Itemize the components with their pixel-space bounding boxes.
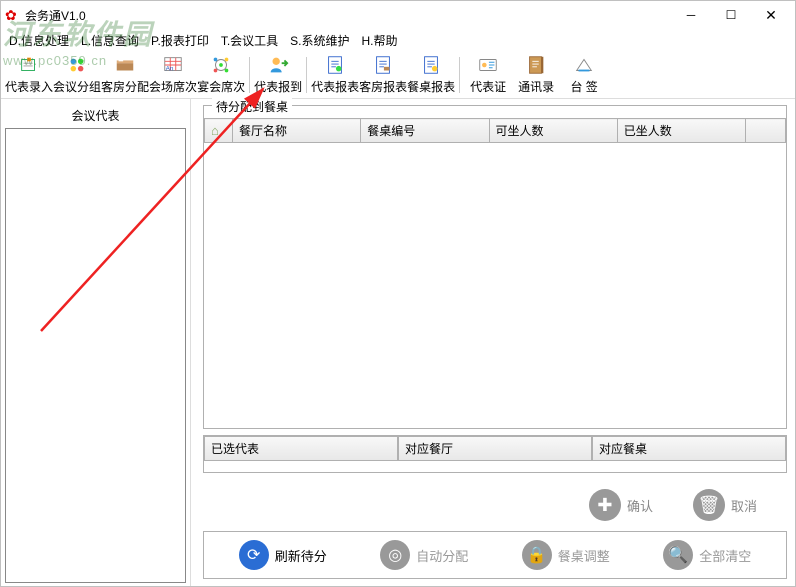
titlebar: ✿ 会务通V1.0 ─ ☐ ✕	[1, 1, 795, 29]
col-icon[interactable]: ⌂	[205, 119, 233, 143]
bottom-toolbar: ⟳ 刷新待分 ◎ 自动分配 🔒 餐桌调整 🔍 全部清空	[203, 531, 787, 579]
menu-help[interactable]: H.帮助	[362, 32, 398, 49]
close-button[interactable]: ✕	[751, 1, 791, 29]
tool-banquet-seat[interactable]: 宴会席次	[197, 53, 245, 97]
col-hall-name[interactable]: 餐厅名称	[233, 119, 361, 143]
tool-desk-sign[interactable]: 台 签	[560, 53, 608, 97]
menu-query[interactable]: L.信息查询	[81, 32, 139, 49]
selected-group: 已选代表 对应餐厅 对应餐桌	[203, 435, 787, 473]
tool-contacts[interactable]: 通讯录	[512, 53, 560, 97]
window-controls: ─ ☐ ✕	[671, 1, 791, 29]
auto-assign-button[interactable]: ◎ 自动分配	[380, 540, 468, 570]
menu-print[interactable]: P.报表打印	[151, 32, 209, 49]
col-table-no[interactable]: 餐桌编号	[361, 119, 489, 143]
window-title: 会务通V1.0	[25, 7, 671, 24]
menu-data[interactable]: D.信息处理	[9, 32, 69, 49]
pending-table-wrap[interactable]: ⌂ 餐厅名称 餐桌编号 可坐人数 已坐人数	[204, 118, 786, 428]
clear-all-button[interactable]: 🔍 全部清空	[663, 540, 751, 570]
target-icon: ◎	[380, 540, 410, 570]
tool-delegate-report[interactable]: 代表报表	[311, 53, 359, 97]
tool-delegate-checkin[interactable]: 代表报到	[254, 53, 302, 97]
minimize-button[interactable]: ─	[671, 1, 711, 29]
trash-circle-icon: 🗑	[693, 489, 725, 521]
search-icon: 🔍	[663, 540, 693, 570]
toolbar-separator	[306, 57, 307, 93]
left-panel: 会议代表	[1, 99, 191, 586]
tool-delegate-entry[interactable]: 代表录入	[5, 53, 53, 97]
plus-circle-icon: ✚	[589, 489, 621, 521]
right-panel: 待分配到餐桌 ⌂ 餐厅名称 餐桌编号 可坐人数 已坐人数 已选代表 对应餐厅	[191, 99, 795, 586]
maximize-button[interactable]: ☐	[711, 1, 751, 29]
menu-tools[interactable]: T.会议工具	[221, 32, 278, 49]
sel-col-hall[interactable]: 对应餐厅	[398, 436, 592, 461]
delegate-list[interactable]	[5, 128, 186, 583]
tool-table-report[interactable]: 餐桌报表	[407, 53, 455, 97]
refresh-button[interactable]: ⟳ 刷新待分	[239, 540, 327, 570]
lock-icon: 🔒	[522, 540, 552, 570]
app-icon: ✿	[5, 7, 21, 23]
tool-room-assign[interactable]: 客房分配	[101, 53, 149, 97]
refresh-icon: ⟳	[239, 540, 269, 570]
confirm-button[interactable]: ✚ 确认	[589, 489, 653, 521]
toolbar: 代表录入 会议分组 客房分配 An会场席次 宴会席次 代表报到 代表报表 客房报…	[1, 51, 795, 99]
toolbar-separator	[459, 57, 460, 93]
pending-table-group: 待分配到餐桌 ⌂ 餐厅名称 餐桌编号 可坐人数 已坐人数	[203, 105, 787, 429]
sel-col-table[interactable]: 对应餐桌	[592, 436, 786, 461]
confirm-row: ✚ 确认 🗑 取消	[203, 479, 787, 531]
content-area: 会议代表 待分配到餐桌 ⌂ 餐厅名称 餐桌编号 可坐人数 已坐人数	[1, 99, 795, 586]
house-icon: ⌂	[211, 123, 219, 138]
sel-col-delegate[interactable]: 已选代表	[204, 436, 398, 461]
left-panel-title: 会议代表	[5, 103, 186, 128]
cancel-button[interactable]: 🗑 取消	[693, 489, 757, 521]
tool-venue-seat[interactable]: An会场席次	[149, 53, 197, 97]
tool-room-report[interactable]: 客房报表	[359, 53, 407, 97]
col-seated[interactable]: 已坐人数	[617, 119, 745, 143]
tool-meeting-group[interactable]: 会议分组	[53, 53, 101, 97]
svg-text:An: An	[166, 66, 174, 73]
menubar: D.信息处理 L.信息查询 P.报表打印 T.会议工具 S.系统维护 H.帮助	[1, 29, 795, 51]
pending-table: ⌂ 餐厅名称 餐桌编号 可坐人数 已坐人数	[204, 118, 786, 143]
toolbar-separator	[249, 57, 250, 93]
col-capacity[interactable]: 可坐人数	[489, 119, 617, 143]
adjust-button[interactable]: 🔒 餐桌调整	[522, 540, 610, 570]
tool-delegate-card[interactable]: 代表证	[464, 53, 512, 97]
menu-system[interactable]: S.系统维护	[290, 32, 349, 49]
pending-legend: 待分配到餐桌	[212, 98, 292, 115]
col-extra[interactable]	[746, 119, 786, 143]
